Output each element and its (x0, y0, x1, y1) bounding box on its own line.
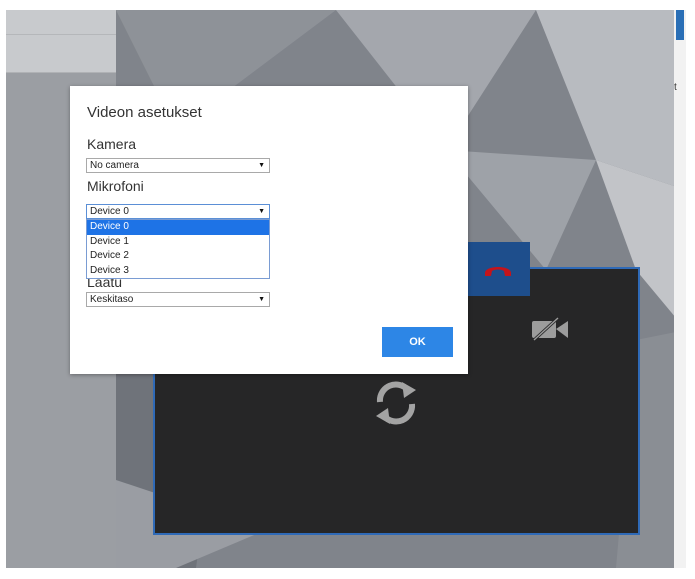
ok-button[interactable]: OK (382, 327, 453, 357)
chevron-down-icon: ▼ (258, 296, 265, 303)
chevron-down-icon: ▼ (258, 162, 265, 169)
camera-select[interactable]: No camera ▼ (86, 158, 270, 173)
dropdown-option[interactable]: Device 2 (87, 249, 269, 264)
hangup-button[interactable] (466, 242, 530, 296)
camera-select-value: No camera (90, 160, 139, 171)
refresh-icon[interactable] (372, 378, 420, 433)
dropdown-option[interactable]: Device 3 (87, 264, 269, 279)
video-settings-dialog: Videon asetukset Kamera No camera ▼ Mikr… (70, 86, 468, 374)
dialog-title: Videon asetukset (87, 104, 202, 121)
quality-select-value: Keskitaso (90, 294, 134, 305)
microphone-dropdown-list: Device 0 Device 1 Device 2 Device 3 (86, 219, 270, 279)
camera-label: Kamera (87, 136, 137, 152)
microphone-label: Mikrofoni (87, 178, 144, 194)
dropdown-option[interactable]: Device 1 (87, 235, 269, 250)
dropdown-option[interactable]: Device 0 (87, 220, 269, 235)
quality-select[interactable]: Keskitaso ▼ (86, 292, 270, 307)
left-pane-header (6, 10, 116, 73)
phone-hangup-icon (485, 267, 511, 276)
chevron-down-icon: ▼ (258, 208, 265, 215)
microphone-select-value: Device 0 (90, 206, 129, 217)
microphone-select[interactable]: Device 0 ▼ (86, 204, 270, 219)
right-edge-panel: t (674, 10, 686, 568)
camera-off-icon[interactable] (530, 316, 570, 347)
